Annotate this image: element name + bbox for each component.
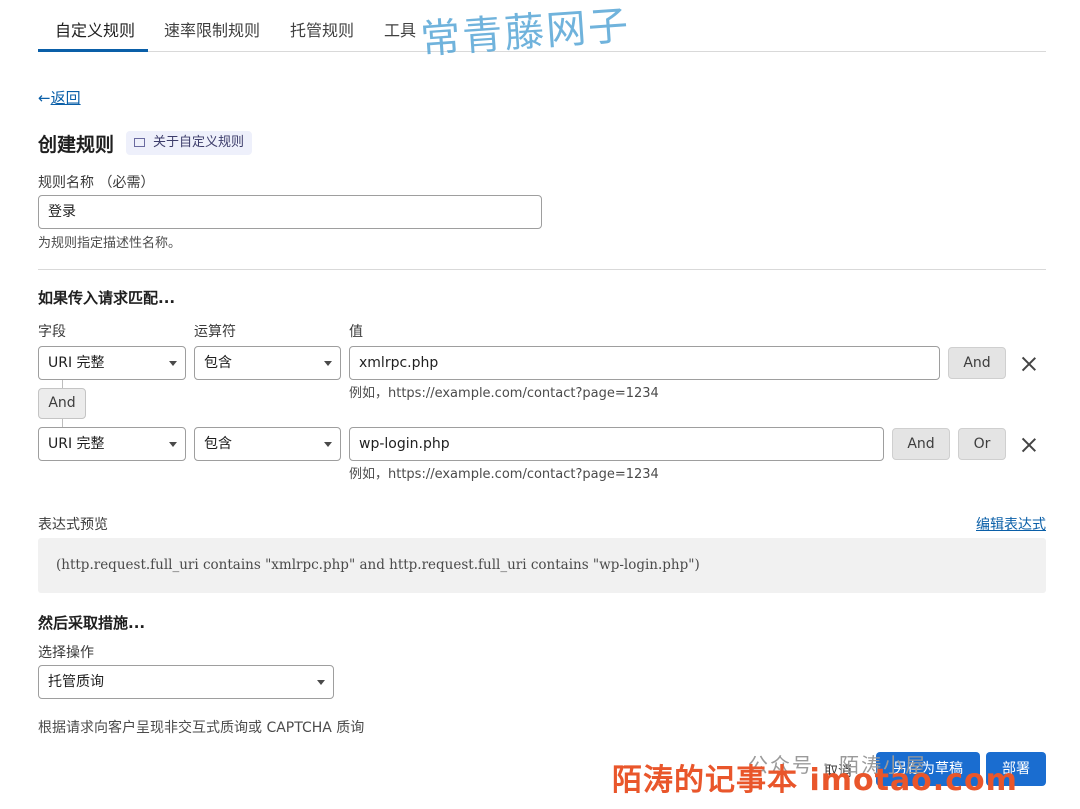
connector-line [62,380,63,388]
tab-rate-limiting[interactable]: 速率限制规则 [164,17,260,41]
docs-link[interactable]: 关于自定义规则 [126,131,253,155]
chevron-down-icon [324,442,332,447]
field-select-value: URI 完整 [48,436,105,452]
tab-tools[interactable]: 工具 [384,17,416,41]
value-example: 例如，https://example.com/contact?page=1234 [349,386,659,401]
rule-name-help: 为规则指定描述性名称。 [38,236,182,251]
operator-select[interactable]: 包含 [194,427,341,461]
page-title: 创建规则 [38,134,115,156]
field-select[interactable]: URI 完整 [38,346,186,380]
chevron-down-icon [169,361,177,366]
connector-line [62,419,63,427]
remove-condition-icon[interactable] [1020,436,1038,454]
chevron-down-icon [169,442,177,447]
chevron-down-icon [324,361,332,366]
and-button[interactable]: And [948,347,1006,379]
back-link[interactable]: ←返回 [38,87,81,108]
back-link-label: 返回 [50,89,81,107]
expression-preview: (http.request.full_uri contains "xmlrpc.… [38,538,1046,593]
active-tab-indicator [38,49,148,52]
tab-custom-rules[interactable]: 自定义规则 [55,17,135,41]
operator-select-value: 包含 [204,436,232,452]
action-heading: 然后采取措施... [38,614,146,632]
operator-column-label: 运算符 [194,324,236,340]
watermark-bottom: 陌涛的记事本 imotao.com [612,763,1018,798]
or-button[interactable]: Or [958,428,1006,460]
action-select-label: 选择操作 [38,645,94,661]
tab-managed-rules[interactable]: 托管规则 [290,17,354,41]
expression-preview-label: 表达式预览 [38,517,108,533]
divider [38,269,1046,270]
action-help: 根据请求向客户呈现非交互式质询或 CAPTCHA 质询 [38,720,365,736]
edit-expression-link[interactable]: 编辑表达式 [976,514,1046,534]
back-arrow-icon: ← [38,89,51,107]
remove-condition-icon[interactable] [1020,355,1038,373]
rule-name-label: 规则名称 （必需） [38,175,155,191]
field-select[interactable]: URI 完整 [38,427,186,461]
operator-select-value: 包含 [204,355,232,371]
watermark-top: 常青藤网子 [418,2,632,64]
docs-link-label: 关于自定义规则 [153,135,245,150]
and-button[interactable]: And [892,428,950,460]
value-example: 例如，https://example.com/contact?page=1234 [349,467,659,482]
action-select-value: 托管质询 [48,674,104,690]
chevron-down-icon [317,680,325,685]
operator-select[interactable]: 包含 [194,346,341,380]
book-icon [134,138,145,147]
field-select-value: URI 完整 [48,355,105,371]
value-input[interactable]: xmlrpc.php [349,346,940,380]
match-heading: 如果传入请求匹配... [38,289,176,307]
and-connector-badge: And [38,388,86,419]
rule-name-input[interactable]: 登录 [38,195,542,229]
action-select[interactable]: 托管质询 [38,665,334,699]
field-column-label: 字段 [38,324,66,340]
value-input[interactable]: wp-login.php [349,427,884,461]
value-column-label: 值 [349,324,363,340]
